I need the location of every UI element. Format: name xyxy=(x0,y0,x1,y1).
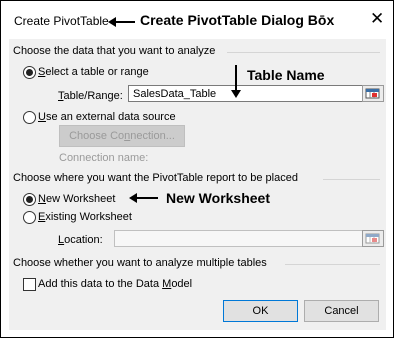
external-source-label[interactable]: Use an external data source xyxy=(38,111,176,123)
table-range-selector-button[interactable] xyxy=(362,85,384,102)
location-input[interactable] xyxy=(114,230,363,247)
new-worksheet-radio[interactable] xyxy=(23,193,36,206)
section-heading-placement: Choose where you want the PivotTable rep… xyxy=(13,172,298,184)
range-selector-icon xyxy=(365,233,380,244)
cancel-button[interactable]: Cancel xyxy=(304,300,379,322)
arrow-down-icon xyxy=(231,65,241,98)
section-divider xyxy=(227,52,380,53)
table-range-input[interactable]: SalesData_Table xyxy=(128,85,363,102)
connection-name-label: Connection name: xyxy=(59,152,149,164)
annotation-dialog-title: Create PivotTable Dialog Bōx xyxy=(140,12,335,28)
arrow-left-icon xyxy=(108,17,135,27)
section-divider xyxy=(285,264,380,265)
data-model-label[interactable]: Add this data to the Data Model xyxy=(38,278,192,290)
ok-button[interactable]: OK xyxy=(223,300,298,322)
location-selector-button[interactable] xyxy=(362,230,384,247)
range-selector-icon xyxy=(365,88,380,99)
external-source-radio[interactable] xyxy=(23,111,36,124)
dialog-title: Create PivotTable xyxy=(14,14,109,28)
existing-worksheet-radio[interactable] xyxy=(23,211,36,224)
create-pivottable-dialog: Create PivotTable ✕ Choose the data that… xyxy=(0,0,394,338)
table-range-label: Table/Range: xyxy=(58,90,123,102)
location-label: Location: xyxy=(58,234,103,246)
new-worksheet-label[interactable]: New Worksheet xyxy=(38,193,115,205)
arrow-left-icon xyxy=(129,193,158,203)
close-icon[interactable]: ✕ xyxy=(370,10,384,28)
section-heading-multiple: Choose whether you want to analyze multi… xyxy=(13,257,267,269)
existing-worksheet-label[interactable]: Existing Worksheet xyxy=(38,211,132,223)
section-divider xyxy=(323,179,380,180)
annotation-table-name: Table Name xyxy=(247,67,325,83)
select-table-label[interactable]: Select a table or range xyxy=(38,66,149,78)
select-table-radio[interactable] xyxy=(23,66,36,79)
data-model-checkbox[interactable] xyxy=(23,278,36,291)
dialog-body: Choose the data that you want to analyze… xyxy=(9,39,386,330)
annotation-new-worksheet: New Worksheet xyxy=(166,190,270,206)
choose-connection-button[interactable]: Choose Connection... xyxy=(59,125,185,147)
section-heading-data: Choose the data that you want to analyze xyxy=(13,45,216,57)
